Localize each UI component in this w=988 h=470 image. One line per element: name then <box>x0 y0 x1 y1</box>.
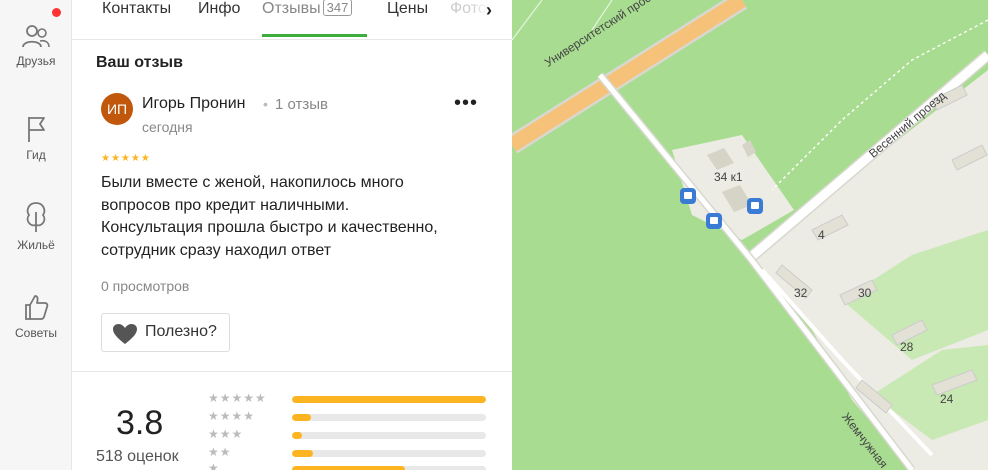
tabs-scroll-button[interactable]: › <box>472 0 512 38</box>
university-prospect-road-fill <box>512 0 746 152</box>
views-count: 0 просмотров <box>101 278 190 294</box>
distribution-stars: ★★ <box>208 445 232 459</box>
sidebar-item-label: Гид <box>26 148 46 162</box>
distribution-bar-fill <box>292 414 312 421</box>
distribution-bar-fill <box>292 396 486 403</box>
building-number: 34 к1 <box>714 170 743 184</box>
tab-bar: Контакты Инфо Отзывы 347 Цены Фото › <box>72 0 512 40</box>
sidebar-item-label: Жильё <box>17 238 55 252</box>
building-number: 28 <box>900 340 914 354</box>
tree-icon <box>26 202 46 232</box>
chevron-right-icon: › <box>486 0 492 20</box>
tab-prices-label: Цены <box>387 0 429 17</box>
average-rating: 3.8 <box>116 404 164 442</box>
building-number: 24 <box>940 392 954 406</box>
bus-stop-icon[interactable] <box>747 198 763 214</box>
tab-reviews-label: Отзывы <box>262 0 321 17</box>
reviews-count-badge: 347 <box>322 0 353 16</box>
tab-prices[interactable]: Цены <box>387 0 428 38</box>
rating-distribution-row: ★★★★ <box>208 409 488 424</box>
distribution-bar-fill <box>292 432 302 439</box>
review-text-line: Были вместе с женой, накопилось много <box>101 174 404 191</box>
sidebar-item-friends[interactable]: Друзья <box>0 24 72 68</box>
sidebar-item-tips[interactable]: Советы <box>0 292 72 340</box>
tab-reviews[interactable]: Отзывы 347 <box>262 0 353 38</box>
review-date: сегодня <box>142 119 193 135</box>
sidebar-item-guide[interactable]: Гид <box>0 114 72 162</box>
thumbs-up-icon <box>25 295 49 320</box>
ratings-count: 518 оценок <box>96 448 179 465</box>
sidebar-item-label: Советы <box>15 326 57 340</box>
author-name[interactable]: Игорь Пронин <box>142 95 245 113</box>
tab-contacts-label: Контакты <box>102 0 172 17</box>
useful-button[interactable]: Полезно? <box>101 313 230 352</box>
distribution-bar-fill <box>292 450 314 457</box>
distribution-bar <box>292 414 486 421</box>
footpath <box>512 0 543 41</box>
bus-stop-icon[interactable] <box>680 188 696 204</box>
review-text-line: Консультация прошла быстро и качественно… <box>101 219 438 236</box>
review-text-line: вопросов про кредит наличными. <box>101 196 350 214</box>
distribution-stars: ★★★★★ <box>208 391 267 405</box>
distribution-bar <box>292 432 486 439</box>
map-view[interactable]: Университетский проспект Весенний проезд… <box>512 0 988 470</box>
author-review-count: 1 отзыв <box>275 96 329 113</box>
more-icon: ••• <box>453 92 478 114</box>
building-number: 4 <box>818 228 825 242</box>
distribution-bar <box>292 450 486 457</box>
rating-distribution-row: ★★★★★ <box>208 391 488 406</box>
left-rail: Друзья Гид Жильё Советы <box>0 0 72 470</box>
useful-button-label: Полезно? <box>145 323 217 340</box>
distribution-bar <box>292 466 486 470</box>
flag-icon <box>28 117 45 142</box>
notification-dot <box>52 8 61 17</box>
business-panel: Контакты Инфо Отзывы 347 Цены Фото › Ваш … <box>72 0 512 470</box>
sidebar-item-label: Друзья <box>16 54 56 68</box>
building-number: 30 <box>858 286 872 300</box>
distribution-stars: ★★★★ <box>208 409 256 423</box>
map-canvas <box>512 0 988 470</box>
distribution-bar-fill <box>292 466 405 470</box>
more-options-button[interactable]: ••• <box>452 93 480 120</box>
rating-distribution-row: ★★★ <box>208 427 488 442</box>
author-separator: • <box>263 96 268 112</box>
sidebar-item-housing[interactable]: Жильё <box>0 200 72 252</box>
section-title: Ваш отзыв <box>96 54 183 71</box>
avatar[interactable]: ИП <box>101 93 133 125</box>
review-text-line: сотрудник сразу находил ответ <box>101 241 332 259</box>
bus-stop-icon[interactable] <box>706 213 722 229</box>
tab-info-label: Инфо <box>198 0 241 17</box>
tab-contacts[interactable]: Контакты <box>102 0 171 38</box>
tab-info[interactable]: Инфо <box>198 0 240 38</box>
review-stars: ★★★★★ <box>101 153 151 164</box>
review-text: Были вместе с женой, накопилось много во… <box>101 172 481 262</box>
active-tab-indicator <box>262 34 367 37</box>
distribution-bar <box>292 396 486 403</box>
rating-distribution-row: ★★ <box>208 445 488 460</box>
building-number: 32 <box>794 286 808 300</box>
rating-distribution-row: ★ <box>208 461 488 470</box>
distribution-stars: ★ <box>208 461 220 470</box>
distribution-stars: ★★★ <box>208 427 244 441</box>
divider <box>72 371 512 372</box>
friends-icon <box>22 25 50 48</box>
heart-icon <box>113 324 137 344</box>
